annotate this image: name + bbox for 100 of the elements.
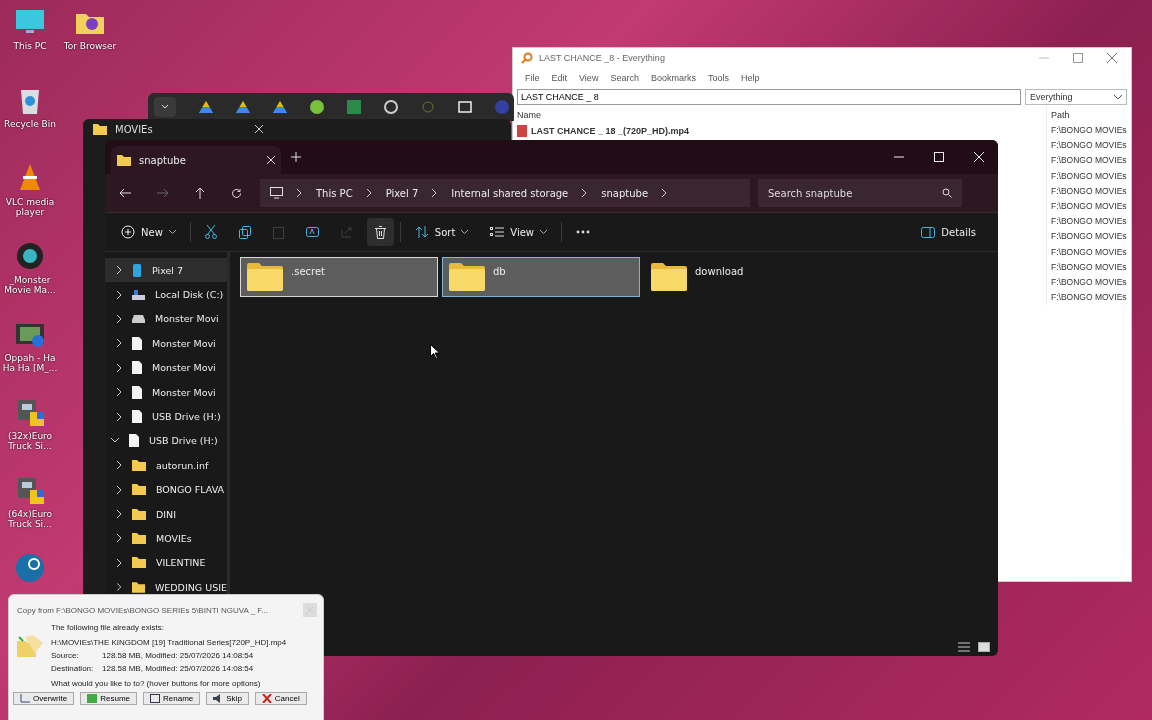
path-cell-text: F:\BONGO MOVIEs (1051, 291, 1128, 305)
chevron-right-icon[interactable] (117, 412, 122, 421)
back-arrow-icon[interactable] (119, 188, 131, 198)
menu-item[interactable]: Tools (707, 73, 729, 83)
breadcrumb-item[interactable]: snaptube (601, 187, 649, 199)
chevron-right-icon (582, 189, 588, 197)
circle-logo-icon[interactable] (310, 100, 324, 114)
chevron-right-icon[interactable] (117, 461, 122, 470)
chevron-right-icon[interactable] (117, 314, 122, 323)
column-header[interactable]: Path (1051, 106, 1070, 123)
window-title: LAST CHANCE _8 - Everything (539, 53, 665, 63)
chevron-right-icon (432, 189, 438, 197)
chevron-right-icon[interactable] (117, 290, 122, 299)
triangle-logo-icon[interactable] (273, 100, 287, 114)
refresh-icon[interactable] (231, 187, 242, 199)
tab[interactable]: snaptube (111, 146, 281, 174)
chevron-right-icon[interactable] (117, 583, 122, 592)
folders-icon (17, 635, 43, 657)
folder-icon (93, 123, 107, 135)
desktop-icon-label[interactable]: Recycle Bin (1, 119, 59, 130)
triangle-logo-icon[interactable] (199, 100, 213, 114)
desktop-icon-label[interactable]: This PC (1, 41, 59, 52)
breadcrumb-item[interactable]: Pixel 7 (385, 187, 419, 199)
path-cell-text: F:\BONGO MOVIEs (1051, 139, 1128, 153)
filter-dropdown[interactable]: Everything (1025, 89, 1127, 105)
chevron-right-icon[interactable] (117, 534, 122, 543)
details-button[interactable]: Details (913, 218, 984, 246)
desktop-icon-label[interactable]: Tor Browser (61, 41, 119, 52)
sidebar-item[interactable]: Pixel 7 (105, 258, 227, 283)
menu-item[interactable]: Edit (551, 73, 568, 83)
search-field[interactable]: LAST CHANCE _ 8 (517, 89, 1021, 105)
plus-icon[interactable] (291, 152, 301, 162)
menu-item[interactable]: View (579, 73, 599, 83)
sidebar-item[interactable]: Local Disk (C:) (105, 282, 227, 307)
column-header[interactable]: Name (517, 106, 541, 123)
desktop-icon-label[interactable]: (32x)Euro Truck Si... (1, 431, 59, 452)
screen-icon[interactable] (458, 100, 472, 114)
sidebar-item[interactable]: Monster Movi (105, 306, 227, 332)
breadcrumb-item[interactable]: This PC (316, 187, 353, 199)
tiles-view-icon[interactable] (978, 642, 990, 652)
skip-button[interactable]: Skip (206, 692, 249, 705)
chevron-right-icon[interactable] (117, 266, 122, 275)
gear-icon[interactable] (14, 240, 46, 272)
rename-button[interactable]: Rename (143, 692, 201, 705)
breadcrumb-item[interactable]: Internal shared storage (451, 187, 569, 199)
file-name: LAST CHANCE _ 18 _(720P_HD).mp4 (531, 125, 690, 136)
menu-item[interactable]: Bookmarks (650, 73, 696, 83)
folder-item[interactable]: db (442, 257, 640, 297)
up-arrow-icon[interactable] (195, 187, 205, 199)
chevron-right-icon[interactable] (117, 558, 122, 567)
folder-item[interactable]: download (644, 257, 842, 297)
sidebar-item[interactable]: VILENTINE (105, 550, 227, 576)
chevron-right-icon (366, 189, 372, 197)
steam-icon[interactable] (14, 552, 46, 584)
chevron-right-icon[interactable] (117, 363, 122, 372)
path-cell-text: F:\BONGO MOVIEs (1051, 245, 1128, 259)
desktop-icon-label[interactable]: (64x)Euro Truck Si... (1, 509, 59, 530)
chevron-right-icon[interactable] (117, 510, 122, 519)
sidebar-item[interactable]: MOVIEs (105, 526, 227, 551)
sidebar-item[interactable]: autorun.inf (105, 453, 227, 478)
sidebar-item[interactable]: BONGO FLAVA (105, 477, 227, 502)
desktop-icon-label[interactable]: VLC media player (1, 197, 59, 218)
menu-item[interactable]: Search (610, 73, 639, 83)
folder-item[interactable]: .secret (240, 257, 438, 297)
view-button[interactable]: View (482, 218, 556, 246)
close-icon[interactable] (255, 125, 263, 133)
sidebar-item[interactable]: USB Drive (H:) (105, 428, 227, 454)
share-icon (340, 226, 353, 238)
menu-item[interactable]: File (525, 73, 540, 83)
menu-item[interactable]: Help (740, 73, 760, 83)
path-cell-text: F:\BONGO MOVIEs (1051, 215, 1128, 229)
sidebar-item[interactable]: DINI (105, 501, 227, 527)
file-icon (132, 336, 142, 350)
cancel-button[interactable]: Cancel (254, 692, 307, 705)
chevron-down-icon (1114, 94, 1122, 100)
details-view-icon[interactable] (958, 642, 970, 652)
overwrite-button[interactable]: Overwrite (13, 692, 75, 705)
delete-button[interactable] (366, 218, 394, 246)
resume-button[interactable]: Resume (80, 692, 138, 705)
chevron-down-icon[interactable] (111, 438, 119, 444)
sort-button[interactable]: Sort (406, 218, 477, 246)
sidebar-item[interactable]: Monster Movi (105, 331, 227, 356)
search-field[interactable]: Search snaptube (758, 179, 962, 207)
chevron-right-icon[interactable] (117, 485, 122, 494)
tab[interactable]: MOVIEs (83, 119, 273, 139)
new-button[interactable]: New (113, 218, 184, 246)
chevron-right-icon[interactable] (117, 388, 122, 397)
path-cell-text: F:\BONGO MOVIEs (1051, 275, 1128, 289)
address-bar[interactable]: This PC Pixel 7 Internal shared storage snaptube (260, 179, 750, 207)
desktop-icon-label[interactable]: _Monster Movie Ma... (1, 275, 59, 296)
magnifier-icon (521, 52, 533, 64)
desktop-icon-label[interactable]: Oppah - Ha Ha Ha [M_... (1, 353, 59, 374)
sidebar-item[interactable]: Monster Movi (105, 355, 227, 380)
triangle-logo-icon[interactable] (236, 100, 250, 114)
sidebar-item[interactable]: USB Drive (H:) (105, 404, 227, 429)
sidebar-item[interactable]: Monster Movi (105, 379, 227, 405)
forward-arrow-icon[interactable] (157, 188, 169, 198)
chevron-right-icon[interactable] (117, 339, 122, 348)
globe-icon[interactable] (384, 100, 398, 114)
dialog-title: Copy from F:\BONGO MOVIEs\BONGO SERIEs 5\BINTI NGUVA _ F... (17, 605, 268, 615)
